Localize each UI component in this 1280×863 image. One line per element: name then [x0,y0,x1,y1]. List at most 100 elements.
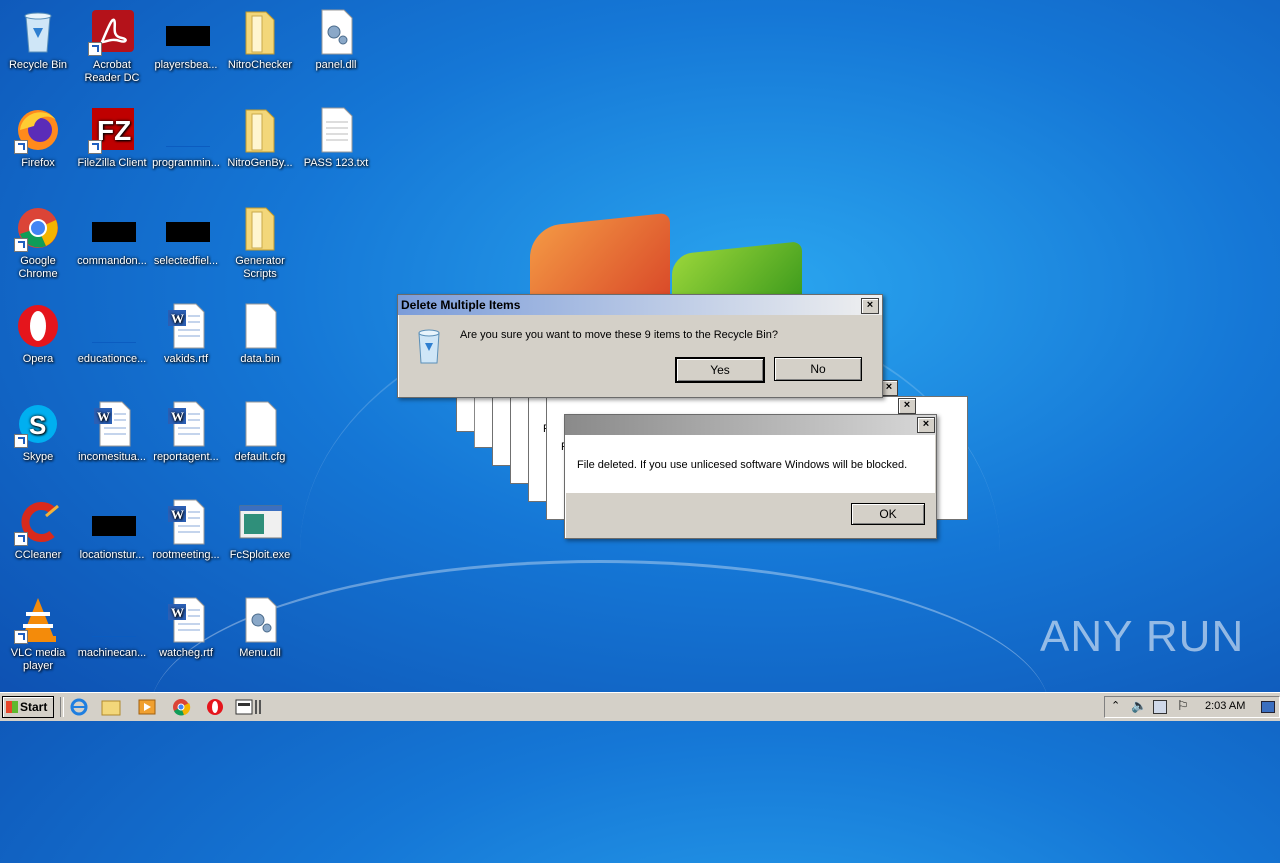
icon-label: locationstur... [79,549,145,561]
redacted-icon [164,8,210,56]
desktop-icon-filezilla[interactable]: FZ FileZilla Client [74,106,150,170]
ok-button[interactable]: OK [851,503,925,525]
blank-icon [90,596,136,644]
dialog-titlebar [565,415,936,435]
ie-icon[interactable] [68,697,90,717]
opera-icon [16,302,60,350]
opera-taskbar-icon[interactable] [204,697,226,717]
recycle-bin-icon [416,327,442,365]
start-button[interactable]: Start [2,696,54,718]
icon-label: FileZilla Client [77,157,147,169]
desktop-icon-vakids-rtf[interactable]: W vakids.rtf [148,302,224,366]
icon-label: panel.dll [315,59,357,71]
icon-label: CCleaner [14,549,62,561]
ccleaner-icon [14,498,60,546]
icon-label: data.bin [240,353,280,365]
svg-text:S: S [29,410,46,440]
redacted-icon [90,498,136,546]
desktop-icon-acrobat[interactable]: Acrobat Reader DC [74,8,150,85]
folder-icon [238,204,282,252]
desktop-icon-default-cfg[interactable]: default.cfg [222,400,298,464]
desktop-icon-fcsploit-exe[interactable]: FcSploit.exe [222,498,298,562]
icon-label: machinecan... [77,647,147,659]
media-player-icon[interactable] [136,697,158,717]
desktop-icon-chrome[interactable]: Google Chrome [0,204,76,281]
word-doc-icon: W [164,498,208,546]
desktop-icon-programmin[interactable]: programmin... [148,106,224,170]
show-desktop-icon[interactable] [1261,701,1275,713]
desktop-icon-pass-txt[interactable]: PASS 123.txt [298,106,374,170]
network-icon[interactable] [1153,700,1167,714]
desktop-icon-educationce[interactable]: educationce... [74,302,150,366]
desktop-icon-nitrogenby[interactable]: NitroGenBy... [222,106,298,170]
icon-label: playersbea... [154,59,218,71]
exe-window-icon [238,498,282,546]
anyrun-watermark: ANY RUN [1040,612,1244,662]
recycle-bin-icon [16,8,60,56]
dialog-title: Delete Multiple Items [398,295,882,315]
icon-label: default.cfg [234,451,286,463]
desktop-icon-playersbea[interactable]: playersbea... [148,8,224,72]
file-deleted-dialog: × File deleted. If you use unlicesed sof… [564,414,937,539]
icon-label: FcSploit.exe [229,549,291,561]
app-window-taskbar-icon[interactable] [234,697,264,717]
svg-text:W: W [171,605,184,620]
icon-label: PASS 123.txt [303,157,369,169]
chrome-taskbar-icon[interactable] [170,697,192,717]
no-button[interactable]: No [774,357,862,381]
yes-button[interactable]: Yes [675,357,765,383]
desktop-icon-reportagent[interactable]: W reportagent... [148,400,224,464]
desktop-icon-panel-dll[interactable]: panel.dll [298,8,374,72]
skype-icon: S [14,400,60,448]
desktop-icon-watcheg-rtf[interactable]: W watcheg.rtf [148,596,224,660]
blank-icon [164,106,210,154]
system-tray: ⌃ 🔈 ⚐ 2:03 AM [1104,696,1280,718]
icon-label: Generator Scripts [235,255,285,280]
desktop-icon-machinecan[interactable]: machinecan... [74,596,150,660]
icon-label: programmin... [152,157,220,169]
icon-label: Acrobat Reader DC [84,59,140,84]
svg-text:W: W [97,409,110,424]
desktop-icon-ccleaner[interactable]: CCleaner [0,498,76,562]
icon-label: VLC media player [10,647,66,672]
word-doc-icon: W [164,596,208,644]
desktop-icon-commandon[interactable]: commandon... [74,204,150,268]
desktop-icon-incomesitua[interactable]: W incomesitua... [74,400,150,464]
show-hidden-icons-icon[interactable]: ⌃ [1111,699,1120,712]
desktop-icon-selectedfiel[interactable]: selectedfiel... [148,204,224,268]
action-center-flag-icon[interactable]: ⚐ [1177,698,1189,714]
filezilla-icon: FZ [88,106,134,154]
desktop-icon-locationstur[interactable]: locationstur... [74,498,150,562]
dll-file-icon [314,8,358,56]
icon-label: selectedfiel... [153,255,219,267]
icon-label: Firefox [21,157,55,169]
desktop-icon-skype[interactable]: S Skype [0,400,76,464]
vlc-icon [14,596,60,644]
icon-label: NitroChecker [227,59,293,71]
desktop-icon-nitrochecker[interactable]: NitroChecker [222,8,298,72]
delete-multiple-items-dialog: Delete Multiple Items × Are you sure you… [397,294,883,398]
desktop-icon-recycle-bin[interactable]: Recycle Bin [0,8,76,72]
volume-icon[interactable]: 🔈 [1131,698,1147,714]
blank-file-icon [238,302,282,350]
desktop-icon-firefox[interactable]: Firefox [0,106,76,170]
blank-icon [90,302,136,350]
desktop-icon-data-bin[interactable]: data.bin [222,302,298,366]
explorer-folder-icon[interactable] [100,697,122,717]
desktop-icon-vlc[interactable]: VLC media player [0,596,76,673]
clock[interactable]: 2:03 AM [1205,700,1245,712]
dialog-message: Are you sure you want to move these 9 it… [460,329,778,341]
close-button[interactable]: × [917,417,935,433]
close-button[interactable]: × [861,298,879,314]
desktop-icon-generator-scripts[interactable]: Generator Scripts [222,204,298,281]
folder-icon [238,106,282,154]
ghost-close-button[interactable]: × [898,398,916,414]
icon-label: Menu.dll [239,647,281,659]
desktop-icon-opera[interactable]: Opera [0,302,76,366]
icon-label: watcheg.rtf [159,647,213,659]
desktop-icon-rootmeeting[interactable]: W rootmeeting... [148,498,224,562]
desktop-icon-menu-dll[interactable]: Menu.dll [222,596,298,660]
icon-label: reportagent... [153,451,219,463]
redacted-icon [164,204,210,252]
icon-label: Google Chrome [18,255,58,280]
